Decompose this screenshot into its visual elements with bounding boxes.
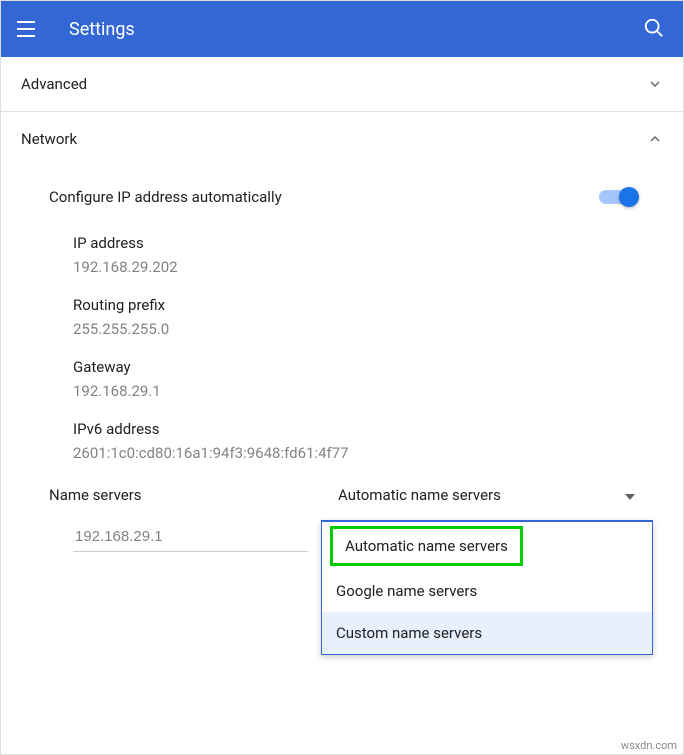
page-title: Settings	[69, 19, 643, 40]
ip-label: IP address	[73, 234, 663, 252]
name-servers-select[interactable]: Automatic name servers	[338, 486, 635, 504]
gateway-value: 192.168.29.1	[73, 382, 663, 400]
ip-block: IP address 192.168.29.202	[21, 224, 663, 286]
chevron-up-icon	[647, 131, 663, 147]
name-servers-label: Name servers	[49, 486, 338, 504]
ns-option-automatic[interactable]: Automatic name servers	[330, 526, 523, 566]
gateway-label: Gateway	[73, 358, 663, 376]
app-header: Settings	[1, 1, 683, 57]
auto-ip-label: Configure IP address automatically	[49, 188, 282, 206]
prefix-label: Routing prefix	[73, 296, 663, 314]
section-advanced-label: Advanced	[21, 75, 87, 93]
ns-option-google[interactable]: Google name servers	[322, 570, 652, 612]
dns-field[interactable]	[73, 522, 308, 552]
menu-icon[interactable]	[17, 17, 41, 41]
name-servers-dropdown: Automatic name servers Google name serve…	[321, 520, 653, 655]
auto-ip-row: Configure IP address automatically	[21, 166, 663, 224]
dropdown-triangle-icon	[625, 486, 635, 504]
gateway-block: Gateway 192.168.29.1	[21, 348, 663, 410]
chevron-down-icon	[647, 76, 663, 92]
section-advanced[interactable]: Advanced	[1, 57, 683, 111]
ns-option-custom[interactable]: Custom name servers	[322, 612, 652, 654]
section-network[interactable]: Network	[1, 112, 683, 166]
auto-ip-toggle[interactable]	[599, 190, 635, 204]
ipv6-value: 2601:1c0:cd80:16a1:94f3:9648:fd61:4f77	[73, 444, 663, 462]
network-body: Configure IP address automatically IP ad…	[1, 166, 683, 580]
name-servers-row: Name servers Automatic name servers Auto…	[21, 472, 663, 518]
ipv6-label: IPv6 address	[73, 420, 663, 438]
prefix-value: 255.255.255.0	[73, 320, 663, 338]
section-network-label: Network	[21, 130, 77, 148]
search-icon[interactable]	[643, 17, 667, 41]
watermark: wsxdn.com	[621, 739, 677, 752]
ipv6-block: IPv6 address 2601:1c0:cd80:16a1:94f3:964…	[21, 410, 663, 472]
prefix-block: Routing prefix 255.255.255.0	[21, 286, 663, 348]
name-servers-selected: Automatic name servers	[338, 486, 501, 504]
ip-value: 192.168.29.202	[73, 258, 663, 276]
